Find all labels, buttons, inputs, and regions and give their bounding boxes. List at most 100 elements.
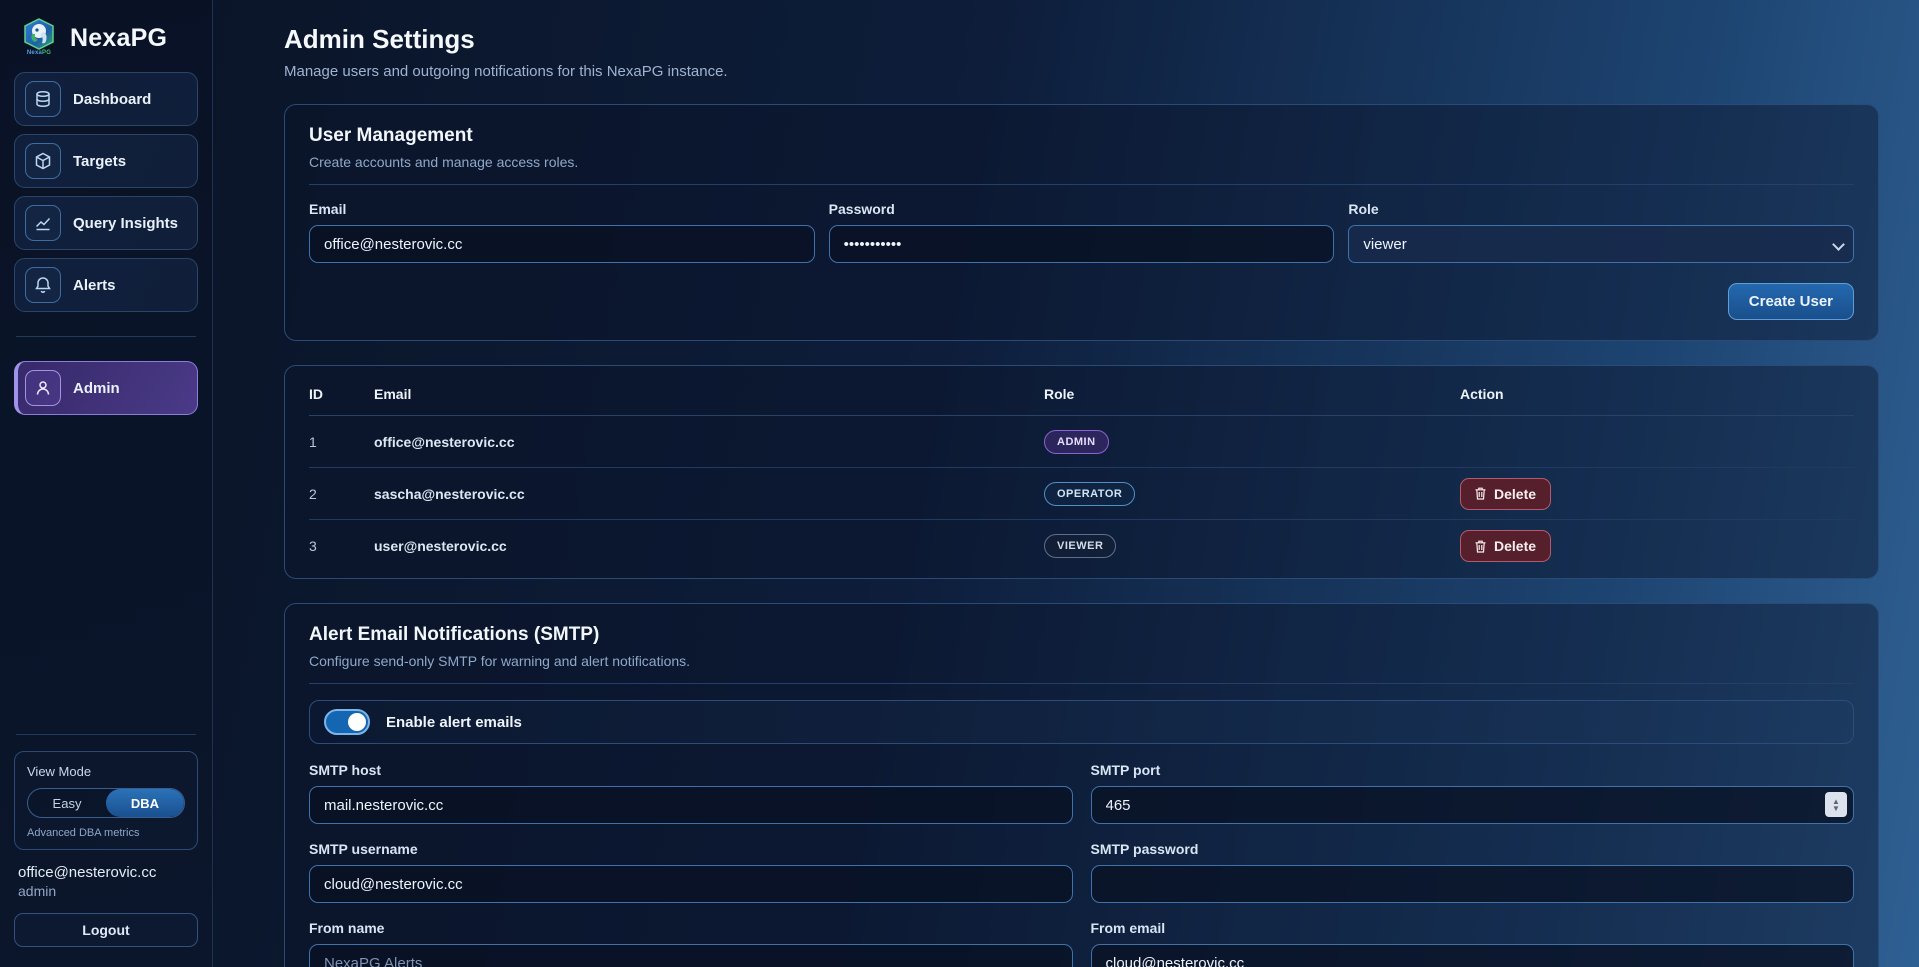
user-management-subtitle: Create accounts and manage access roles. <box>309 154 1854 170</box>
user-management-card: User Management Create accounts and mana… <box>284 104 1879 341</box>
form-actions: Create User <box>309 283 1854 320</box>
sidebar: NexaPG NexaPG Dashboard Targets <box>0 0 213 967</box>
smtp-port-group: SMTP port ▲▼ <box>1091 762 1855 824</box>
password-field-group: Password <box>829 201 1335 263</box>
view-mode-option-easy[interactable]: Easy <box>28 789 106 817</box>
smtp-host-input[interactable] <box>309 786 1073 824</box>
from-name-group: From name <box>309 920 1073 967</box>
create-user-form: Email Password Role viewer <box>309 201 1854 263</box>
smtp-password-input[interactable] <box>1091 865 1855 903</box>
smtp-card: Alert Email Notifications (SMTP) Configu… <box>284 603 1879 967</box>
from-email-input[interactable] <box>1091 944 1855 967</box>
table-row: 2 sascha@nesterovic.cc OPERATOR Delete <box>309 468 1854 520</box>
number-stepper[interactable]: ▲▼ <box>1825 792 1847 817</box>
cell-id: 1 <box>309 434 374 450</box>
email-input[interactable] <box>309 225 815 263</box>
user-icon <box>25 370 61 406</box>
page-subtitle: Manage users and outgoing notifications … <box>284 63 1879 80</box>
cell-id: 3 <box>309 538 374 554</box>
smtp-form-grid: SMTP host SMTP port ▲▼ SMTP username SMT… <box>309 762 1854 967</box>
view-mode-segmented-control: Easy DBA <box>27 788 185 818</box>
sidebar-spacer <box>14 415 198 718</box>
role-badge-admin: ADMIN <box>1044 430 1109 454</box>
smtp-username-group: SMTP username <box>309 841 1073 903</box>
sidebar-nav: Dashboard Targets Query Insights <box>14 72 198 415</box>
view-mode-label: View Mode <box>27 764 185 779</box>
smtp-password-label: SMTP password <box>1091 841 1855 857</box>
sidebar-item-label: Admin <box>73 380 120 397</box>
sidebar-item-admin[interactable]: Admin <box>14 361 198 415</box>
password-input[interactable] <box>829 225 1335 263</box>
users-table-card: ID Email Role Action 1 office@nesterovic… <box>284 365 1879 579</box>
sidebar-item-label: Query Insights <box>73 215 178 232</box>
bell-icon <box>25 267 61 303</box>
sidebar-item-targets[interactable]: Targets <box>14 134 198 188</box>
from-name-label: From name <box>309 920 1073 936</box>
role-label: Role <box>1348 201 1854 217</box>
smtp-port-input[interactable] <box>1091 786 1855 824</box>
current-user-email: office@nesterovic.cc <box>18 864 194 881</box>
enable-alert-emails-row[interactable]: Enable alert emails <box>309 700 1854 744</box>
sidebar-divider <box>16 336 196 337</box>
email-field-group: Email <box>309 201 815 263</box>
column-header-id: ID <box>309 386 374 402</box>
database-icon <box>25 81 61 117</box>
enable-alert-emails-toggle[interactable] <box>324 709 370 735</box>
role-select-value: viewer <box>1363 236 1406 253</box>
smtp-username-label: SMTP username <box>309 841 1073 857</box>
current-user-role: admin <box>18 883 194 899</box>
role-badge-operator: OPERATOR <box>1044 482 1135 506</box>
view-mode-option-dba[interactable]: DBA <box>106 789 184 817</box>
smtp-username-input[interactable] <box>309 865 1073 903</box>
logout-button[interactable]: Logout <box>14 913 198 947</box>
smtp-port-label: SMTP port <box>1091 762 1855 778</box>
create-user-button[interactable]: Create User <box>1728 283 1854 320</box>
sidebar-item-alerts[interactable]: Alerts <box>14 258 198 312</box>
email-label: Email <box>309 201 815 217</box>
users-table: ID Email Role Action 1 office@nesterovic… <box>309 372 1854 572</box>
password-label: Password <box>829 201 1335 217</box>
chart-line-icon <box>25 205 61 241</box>
sidebar-divider-bottom <box>16 734 196 735</box>
app-name: NexaPG <box>70 24 167 53</box>
toggle-knob <box>348 713 366 731</box>
user-management-title: User Management <box>309 125 1854 147</box>
smtp-host-group: SMTP host <box>309 762 1073 824</box>
role-select[interactable]: viewer <box>1348 225 1854 263</box>
smtp-subtitle: Configure send-only SMTP for warning and… <box>309 653 1854 669</box>
cell-email: office@nesterovic.cc <box>374 434 1044 450</box>
role-field-group: Role viewer <box>1348 201 1854 263</box>
users-table-header: ID Email Role Action <box>309 372 1854 416</box>
enable-alert-emails-label: Enable alert emails <box>386 714 522 731</box>
nexapg-logo-icon: NexaPG <box>18 18 60 58</box>
sidebar-item-label: Alerts <box>73 277 116 294</box>
chevron-down-icon <box>1834 240 1843 249</box>
logo-wordmark: NexaPG <box>27 50 51 56</box>
sidebar-item-dashboard[interactable]: Dashboard <box>14 72 198 126</box>
divider <box>309 683 1854 684</box>
from-email-label: From email <box>1091 920 1855 936</box>
sidebar-item-query-insights[interactable]: Query Insights <box>14 196 198 250</box>
sidebar-item-label: Dashboard <box>73 91 151 108</box>
column-header-role: Role <box>1044 386 1460 402</box>
cell-id: 2 <box>309 486 374 502</box>
cell-email: sascha@nesterovic.cc <box>374 486 1044 502</box>
page-title: Admin Settings <box>284 24 1879 55</box>
smtp-host-label: SMTP host <box>309 762 1073 778</box>
delete-user-button[interactable]: Delete <box>1460 530 1551 562</box>
view-mode-panel: View Mode Easy DBA Advanced DBA metrics <box>14 751 198 850</box>
divider <box>309 184 1854 185</box>
column-header-action: Action <box>1460 386 1854 402</box>
stepper-down-icon: ▼ <box>1832 805 1840 812</box>
table-row: 3 user@nesterovic.cc VIEWER Delete <box>309 520 1854 572</box>
app-logo-row: NexaPG NexaPG <box>14 16 198 72</box>
trash-icon <box>1475 540 1486 553</box>
cell-email: user@nesterovic.cc <box>374 538 1044 554</box>
current-user-block: office@nesterovic.cc admin <box>14 850 198 899</box>
trash-icon <box>1475 487 1486 500</box>
main-content: Admin Settings Manage users and outgoing… <box>213 0 1919 967</box>
view-mode-caption: Advanced DBA metrics <box>27 827 185 839</box>
delete-user-button[interactable]: Delete <box>1460 478 1551 510</box>
from-name-input[interactable] <box>309 944 1073 967</box>
cube-icon <box>25 143 61 179</box>
